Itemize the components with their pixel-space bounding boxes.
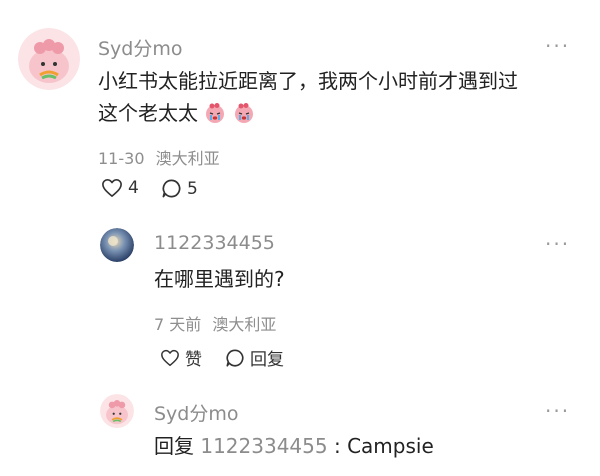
cartoon-avatar-icon — [18, 28, 80, 90]
reply-location: 澳大利亚 — [212, 315, 277, 334]
comment-location: 澳大利亚 — [155, 149, 220, 168]
reply-text: 回复 1122334455 : Campsie — [154, 431, 434, 461]
like-button[interactable]: 4 — [101, 178, 139, 198]
avatar[interactable] — [100, 228, 134, 262]
heart-icon — [161, 349, 179, 366]
reply-button[interactable]: 回复 — [225, 345, 284, 370]
cartoon-avatar-icon — [100, 394, 134, 428]
like-label: 赞 — [185, 350, 202, 370]
like-count: 4 — [128, 178, 139, 198]
comment-date: 11-30 — [98, 149, 145, 168]
reply-author[interactable]: Syd分mo — [154, 399, 239, 426]
comment-author[interactable]: Syd分mo — [98, 34, 183, 61]
comment-bubble-icon — [162, 179, 181, 198]
reply-date: 7 天前 — [154, 315, 202, 334]
reply-label: 回复 — [250, 350, 284, 370]
more-options-button[interactable]: ··· — [545, 234, 570, 254]
comment-text-segment: 这个老太太 — [98, 101, 198, 125]
comment-text-line-1: 小红书太能拉近距离了，我两个小时前才遇到过 — [98, 69, 518, 93]
reply-meta: 7 天前 澳大利亚 — [154, 311, 276, 335]
comment-button[interactable]: 5 — [161, 178, 198, 199]
comment-meta: 11-30 澳大利亚 — [98, 145, 220, 169]
reply-separator: : — [327, 434, 348, 458]
reply-text: 在哪里遇到的? — [154, 267, 285, 291]
more-options-button[interactable]: ··· — [545, 401, 570, 421]
crying-face-sticker-icon — [234, 103, 253, 123]
reply-author[interactable]: 1122334455 — [154, 232, 275, 254]
comment-count: 5 — [187, 178, 198, 199]
like-button[interactable]: 赞 — [160, 345, 202, 370]
crying-face-sticker-icon — [206, 103, 225, 123]
photo-avatar-icon — [100, 228, 134, 262]
reply-prefix: 回复 — [154, 434, 194, 458]
reply-target-user[interactable]: 1122334455 — [200, 434, 327, 458]
more-options-button[interactable]: ··· — [545, 36, 570, 56]
reply-body: Campsie — [347, 434, 434, 458]
avatar[interactable] — [18, 28, 80, 90]
comment-bubble-icon — [226, 348, 244, 367]
avatar[interactable] — [100, 394, 134, 428]
comment-text-line-2: 这个老太太 — [98, 98, 255, 128]
heart-icon — [102, 179, 122, 197]
